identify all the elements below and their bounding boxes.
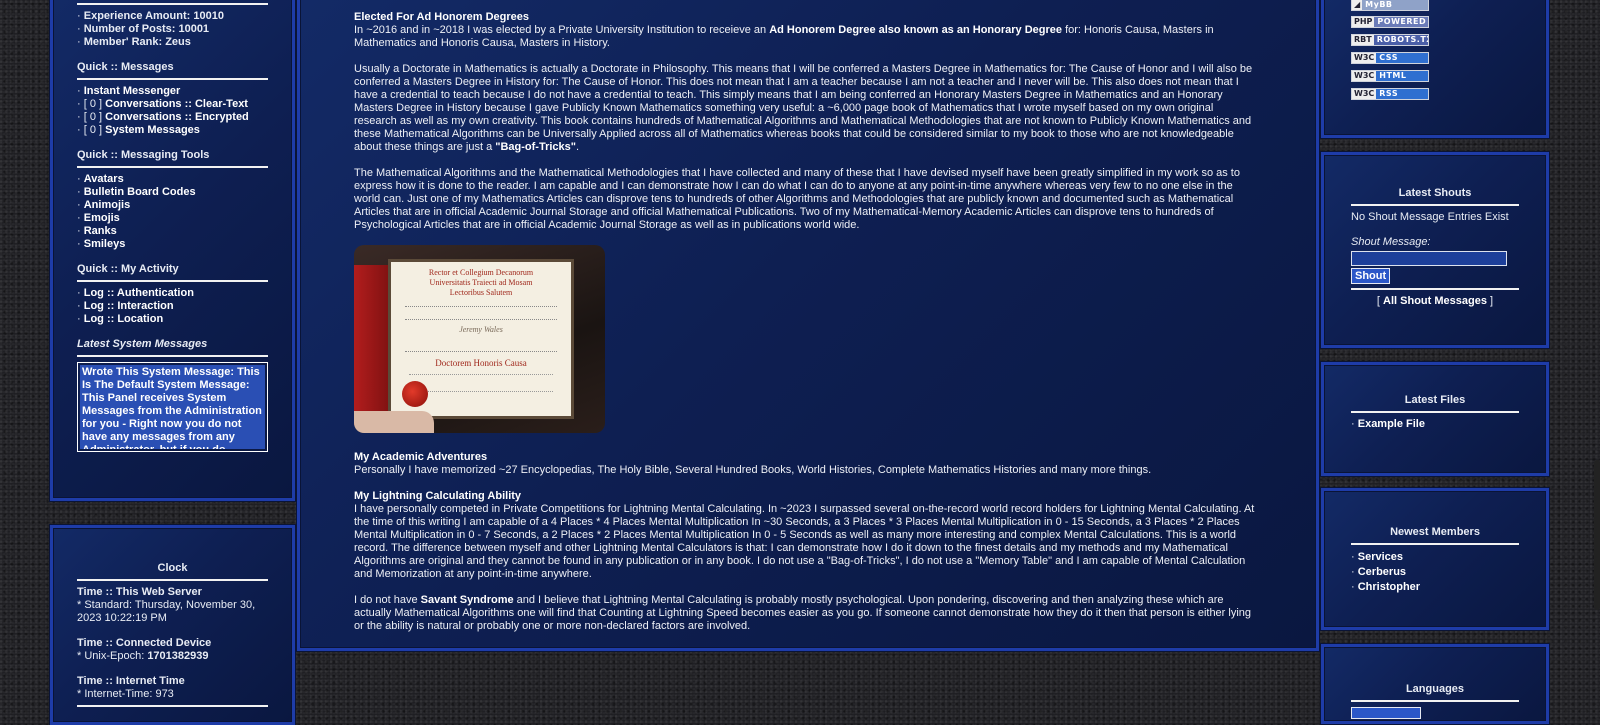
link-system-messages[interactable]: · [ 0 ] System Messages [77,124,268,137]
latest-shouts-panel: Latest Shouts No Shout Message Entries E… [1321,152,1549,348]
diploma-name: Jeremy Wales [459,325,503,334]
badges-panel: ◢MyBB PHPPOWERED RBTROBOTS.TXT W3CCSS W3… [1321,0,1549,138]
server-time-value: * Standard: Thursday, November 30, 2023 … [77,599,256,624]
device-time-row: * Unix-Epoch: 1701382939 [77,650,209,662]
robots-txt-badge[interactable]: RBTROBOTS.TXT [1351,34,1429,46]
latest-files-panel: Latest Files · Example File [1321,362,1549,476]
divider [1351,411,1519,413]
divider [77,3,268,5]
divider [1351,288,1519,290]
clock-title: Clock [157,562,188,574]
all-shouts-row: [ All Shout Messages ] [1376,295,1494,307]
paragraph-academic-adventures: Personally I have memorized ~27 Encyclop… [354,464,1152,476]
member-item-christopher[interactable]: · Christopher [1351,580,1519,595]
internet-time-value: * Internet-Time: 973 [77,688,174,700]
stat-experience: · Experience Amount: 10010 [77,10,224,22]
files-title: Latest Files [1404,394,1466,406]
link-smileys[interactable]: · Smileys [77,238,268,251]
newest-members-panel: Newest Members · Services · Cerberus · C… [1321,488,1549,630]
shouts-title: Latest Shouts [1398,187,1472,199]
all-shout-messages-link[interactable]: All Shout Messages [1383,295,1487,307]
unix-epoch-value: 1701382939 [147,650,209,662]
members-title: Newest Members [1390,526,1480,538]
member-item-cerberus[interactable]: · Cerberus [1351,565,1519,580]
hand-holding [354,411,434,433]
divider [77,355,268,357]
php-powered-badge[interactable]: PHP POWERED [1351,16,1429,28]
shout-message-input[interactable] [1351,251,1507,266]
mybb-badge[interactable]: ◢ MyBB [1351,0,1429,11]
diploma-line3: Lectoribus Salutem [449,288,513,297]
link-emojis[interactable]: · Emojis [77,212,268,225]
left-user-panel: · Experience Amount: 10010 · Number of P… [50,0,295,501]
stat-posts: · Number of Posts: 10001 [77,23,210,35]
paragraph-doctorate: Usually a Doctorate in Mathematics is ac… [354,63,1253,153]
languages-title: Languages [1405,683,1465,695]
paragraph-algorithms: The Mathematical Algorithms and the Math… [354,167,1240,231]
member-item-services[interactable]: · Services [1351,550,1519,565]
shout-message-label: Shout Message: [1351,236,1431,248]
shouts-empty-text: No Shout Message Entries Exist [1351,211,1509,223]
paragraph-lightning-calculating: I have personally competed in Private Co… [354,503,1255,580]
link-log-authentication[interactable]: · Log :: Authentication [77,287,268,300]
paragraph-ad-honorem: In ~2016 and in ~2018 I was elected by a… [354,24,1214,49]
internet-time-heading: Time :: Internet Time [77,675,185,687]
link-animojis[interactable]: · Animojis [77,199,268,212]
link-conversations-clear[interactable]: · [ 0 ] Conversations :: Clear-Text [77,98,268,111]
link-bbcodes[interactable]: · Bulletin Board Codes [77,186,268,199]
divider [1351,204,1519,206]
link-conversations-encrypted[interactable]: · [ 0 ] Conversations :: Encrypted [77,111,268,124]
heading-lightning-calculating: My Lightning Calculating Ability [354,490,522,502]
divider [77,280,268,282]
system-message-box[interactable]: Wrote This System Message: This Is The D… [77,362,268,452]
w3c-css-badge[interactable]: W3C CSS [1351,52,1429,64]
w3c-html-badge[interactable]: W3C HTML [1351,70,1429,82]
page-scrollbar[interactable] [1594,460,1600,610]
messages-heading: Quick :: Messages [77,61,174,73]
file-item[interactable]: · Example File [1351,418,1519,431]
diploma-line2: Universitatis Traiecti ad Mosam [429,278,533,287]
diploma-degree: Doctorem Honoris Causa [435,358,527,368]
paragraph-savant: I do not have Savant Syndrome and I beli… [354,594,1252,632]
messaging-tools-heading: Quick :: Messaging Tools [77,149,210,161]
language-select[interactable] [1351,707,1421,719]
wax-seal-icon [402,381,428,407]
divider [1351,700,1519,702]
diploma-line1: Rector et Collegium Decanorum [428,268,534,277]
link-instant-messenger[interactable]: · Instant Messenger [77,85,268,98]
heading-ad-honorem: Elected For Ad Honorem Degrees [354,11,530,23]
activity-heading: Quick :: My Activity [77,263,179,275]
stat-rank: · Member' Rank: Zeus [77,36,191,48]
divider [1351,543,1519,545]
languages-panel: Languages [1321,644,1549,724]
divider [77,166,268,168]
clock-panel: Clock Time :: This Web Server * Standard… [50,525,295,725]
link-log-location[interactable]: · Log :: Location [77,313,268,326]
link-avatars[interactable]: · Avatars [77,173,268,186]
shout-button[interactable]: Shout [1351,268,1391,284]
user-stats: · Experience Amount: 10010 · Number of P… [77,10,268,49]
link-ranks[interactable]: · Ranks [77,225,268,238]
system-message-text: Wrote This System Message: This Is The D… [80,365,265,449]
server-time-heading: Time :: This Web Server [77,586,202,598]
divider [77,78,268,80]
divider [77,579,268,581]
w3c-rss-badge[interactable]: W3C RSS [1351,88,1429,100]
main-content-panel: Elected For Ad Honorem Degrees In ~2016 … [297,0,1319,651]
link-log-interaction[interactable]: · Log :: Interaction [77,300,268,313]
divider [77,705,268,707]
system-messages-heading: Latest System Messages [77,338,208,350]
heading-academic-adventures: My Academic Adventures [354,451,488,463]
device-time-heading: Time :: Connected Device [77,637,212,649]
diploma-image: Rector et Collegium Decanorum Universita… [354,245,605,433]
